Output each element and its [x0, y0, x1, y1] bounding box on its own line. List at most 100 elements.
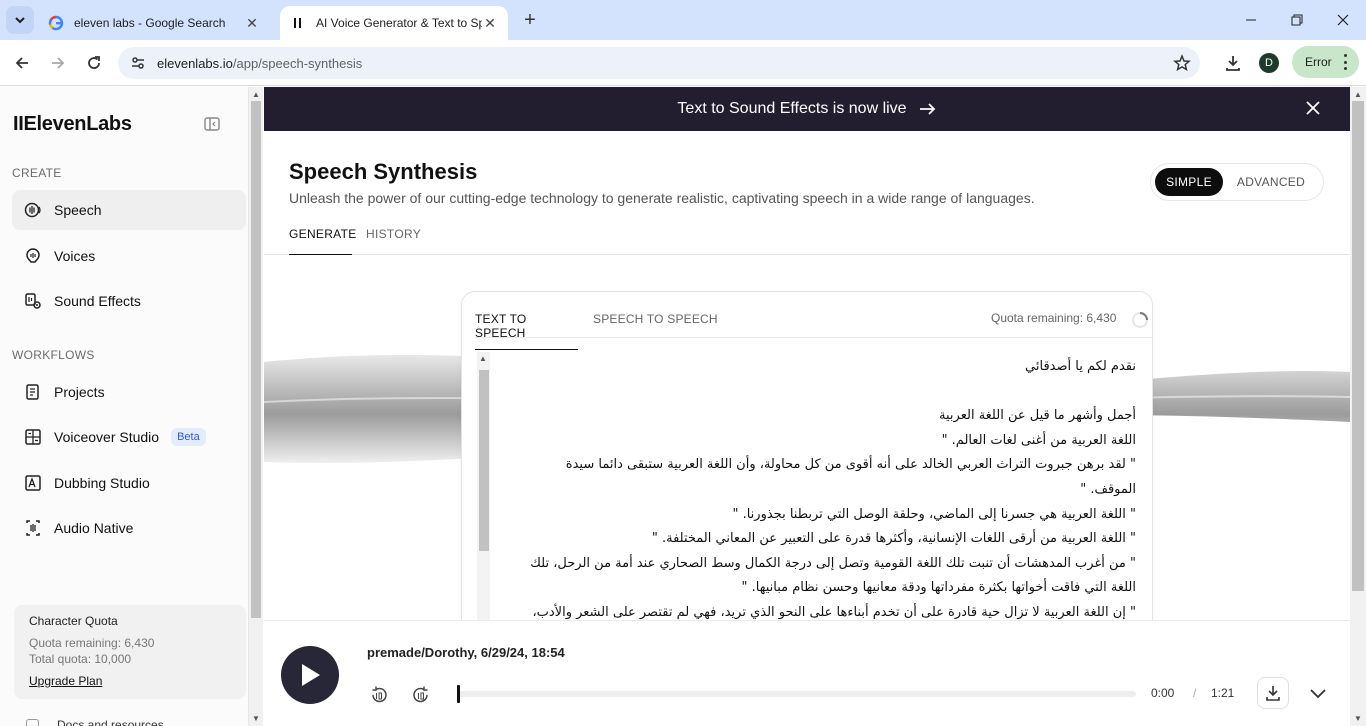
sidebar-item-label: Voiceover Studio: [54, 429, 160, 445]
download-audio-button[interactable]: [1257, 677, 1289, 709]
sidebar-scrollbar[interactable]: ▲ ▼: [248, 87, 263, 726]
tab-search-button[interactable]: [6, 6, 34, 34]
banner-text: Text to Sound Effects is now live: [677, 100, 907, 117]
page-scrollbar[interactable]: ▲ ▼: [1350, 87, 1366, 726]
close-icon[interactable]: ✕: [482, 15, 498, 31]
url-host: elevenlabs.io: [157, 55, 233, 71]
forward-button[interactable]: [44, 49, 72, 77]
page-scroll-thumb[interactable]: [1352, 101, 1364, 591]
bookmark-star-icon[interactable]: [1172, 53, 1192, 73]
scroll-up-icon[interactable]: ▲: [252, 90, 260, 99]
announcement-banner[interactable]: Text to Sound Effects is now live: [264, 87, 1350, 131]
projects-icon: [23, 382, 43, 402]
elevenlabs-favicon-icon: [290, 15, 306, 31]
tab-speech-to-speech[interactable]: SPEECH TO SPEECH: [593, 312, 718, 326]
tab-generate[interactable]: GENERATE: [289, 227, 356, 255]
sidebar-item-voices[interactable]: Voices: [12, 236, 246, 276]
download-icon: [1266, 686, 1280, 701]
browser-toolbar: elevenlabs.io/app/speech-synthesis D Err…: [0, 40, 1366, 86]
minimize-button[interactable]: [1228, 0, 1274, 40]
error-menu-button[interactable]: Error: [1292, 46, 1359, 78]
error-label: Error: [1305, 55, 1332, 69]
sidebar-scroll-thumb[interactable]: [251, 101, 261, 618]
forward-10-icon[interactable]: [411, 685, 431, 705]
scroll-up-icon[interactable]: ▲: [479, 354, 487, 363]
main-content: Text to Sound Effects is now live Speech…: [264, 87, 1350, 726]
sidebar-item-audio-native[interactable]: Audio Native: [12, 508, 246, 548]
restore-icon: [1291, 14, 1303, 26]
browser-tab-google[interactable]: eleven labs - Google Search ✕: [38, 6, 270, 40]
restore-button[interactable]: [1274, 0, 1320, 40]
seek-handle[interactable]: [457, 685, 460, 703]
downloads-button[interactable]: [1219, 49, 1247, 77]
sidebar-item-projects[interactable]: Projects: [12, 372, 246, 412]
sidebar-item-label: Speech: [54, 202, 102, 218]
scroll-down-icon[interactable]: ▼: [252, 714, 260, 723]
section-label-workflows: WORKFLOWS: [12, 348, 95, 362]
url-path: /app/speech-synthesis: [232, 55, 363, 71]
card-quota-remaining: Quota remaining: 6,430: [991, 311, 1117, 325]
page-subtitle: Unleash the power of our cutting-edge te…: [289, 190, 1035, 206]
seek-bar[interactable]: [457, 685, 1136, 703]
duration: 1:21: [1211, 686, 1235, 700]
page-title: Speech Synthesis: [289, 159, 478, 184]
download-icon: [1226, 56, 1240, 71]
mode-advanced-button[interactable]: ADVANCED: [1223, 168, 1319, 196]
google-icon: [48, 15, 64, 31]
scroll-up-icon[interactable]: ▲: [1354, 90, 1362, 99]
sidebar-item-label: Voices: [54, 248, 96, 264]
speech-icon: [23, 200, 43, 220]
sidebar: IIElevenLabs CREATE Speech Voices Sound …: [0, 87, 248, 726]
sound-effects-icon: [23, 291, 43, 311]
site-info-icon[interactable]: [128, 53, 148, 73]
close-icon: [1337, 14, 1349, 26]
main-tabs: GENERATE HISTORY: [264, 227, 1350, 255]
minimize-icon: [1246, 19, 1256, 21]
address-bar[interactable]: elevenlabs.io/app/speech-synthesis: [118, 47, 1200, 79]
elevenlabs-logo[interactable]: IIElevenLabs: [13, 113, 132, 136]
back-button[interactable]: [8, 49, 36, 77]
loading-spinner-icon: [1132, 312, 1148, 328]
new-tab-button[interactable]: +: [518, 8, 542, 32]
sidebar-item-voiceover-studio[interactable]: Voiceover Studio Beta: [12, 417, 246, 457]
character-quota-card: Character Quota Quota remaining: 6,430 T…: [14, 605, 246, 699]
play-button[interactable]: [281, 646, 339, 704]
profile-avatar[interactable]: D: [1259, 53, 1279, 73]
browser-tab-elevenlabs[interactable]: AI Voice Generator & Text to Speech ✕: [280, 6, 508, 40]
card-tabs: TEXT TO SPEECH SPEECH TO SPEECH Quota re…: [475, 292, 1152, 350]
text-line: " اللغة العربية من أرقى اللغات الإنسانية…: [651, 531, 1136, 547]
tab-history[interactable]: HISTORY: [366, 227, 421, 255]
mode-simple-button[interactable]: SIMPLE: [1155, 168, 1223, 196]
collapse-sidebar-icon[interactable]: [204, 116, 222, 132]
tab-title: AI Voice Generator & Text to Speech: [316, 16, 482, 30]
text-line: " من أغرب المدهشات أن تنبت تلك اللغة الق…: [530, 555, 1136, 571]
tab-text-to-speech[interactable]: TEXT TO SPEECH: [475, 312, 578, 350]
sidebar-item-label: Sound Effects: [54, 293, 141, 309]
text-line: [494, 380, 1136, 405]
close-icon[interactable]: ✕: [244, 15, 260, 31]
audio-native-icon: [23, 518, 43, 538]
scroll-down-icon[interactable]: ▼: [1354, 714, 1362, 723]
docs-and-resources-item[interactable]: Docs and resources: [26, 718, 164, 726]
text-line: الموقف. ": [1080, 481, 1136, 497]
section-label-create: CREATE: [12, 166, 62, 180]
arrow-left-icon: [15, 57, 28, 69]
voices-icon: [23, 246, 43, 266]
reload-button[interactable]: [80, 49, 108, 77]
dubbing-icon: [23, 473, 43, 493]
mode-toggle: SIMPLE ADVANCED: [1150, 163, 1324, 201]
sidebar-item-speech[interactable]: Speech: [12, 190, 246, 230]
voiceover-icon: [23, 427, 43, 447]
window-close-button[interactable]: [1320, 0, 1366, 40]
quota-title: Character Quota: [29, 614, 118, 628]
quota-remaining: Quota remaining: 6,430: [29, 636, 155, 650]
sidebar-item-label: Dubbing Studio: [54, 475, 150, 491]
chevron-down-icon[interactable]: [1308, 683, 1328, 703]
sidebar-item-dubbing-studio[interactable]: Dubbing Studio: [12, 463, 246, 503]
text-scroll-thumb[interactable]: [479, 370, 489, 551]
upgrade-plan-link[interactable]: Upgrade Plan: [29, 674, 231, 688]
close-icon[interactable]: [1306, 101, 1322, 117]
sidebar-item-sound-effects[interactable]: Sound Effects: [12, 281, 246, 321]
text-line: " لقد برهن جبروت التراث العربي الخالد عل…: [565, 457, 1136, 473]
rewind-10-icon[interactable]: [369, 685, 389, 705]
